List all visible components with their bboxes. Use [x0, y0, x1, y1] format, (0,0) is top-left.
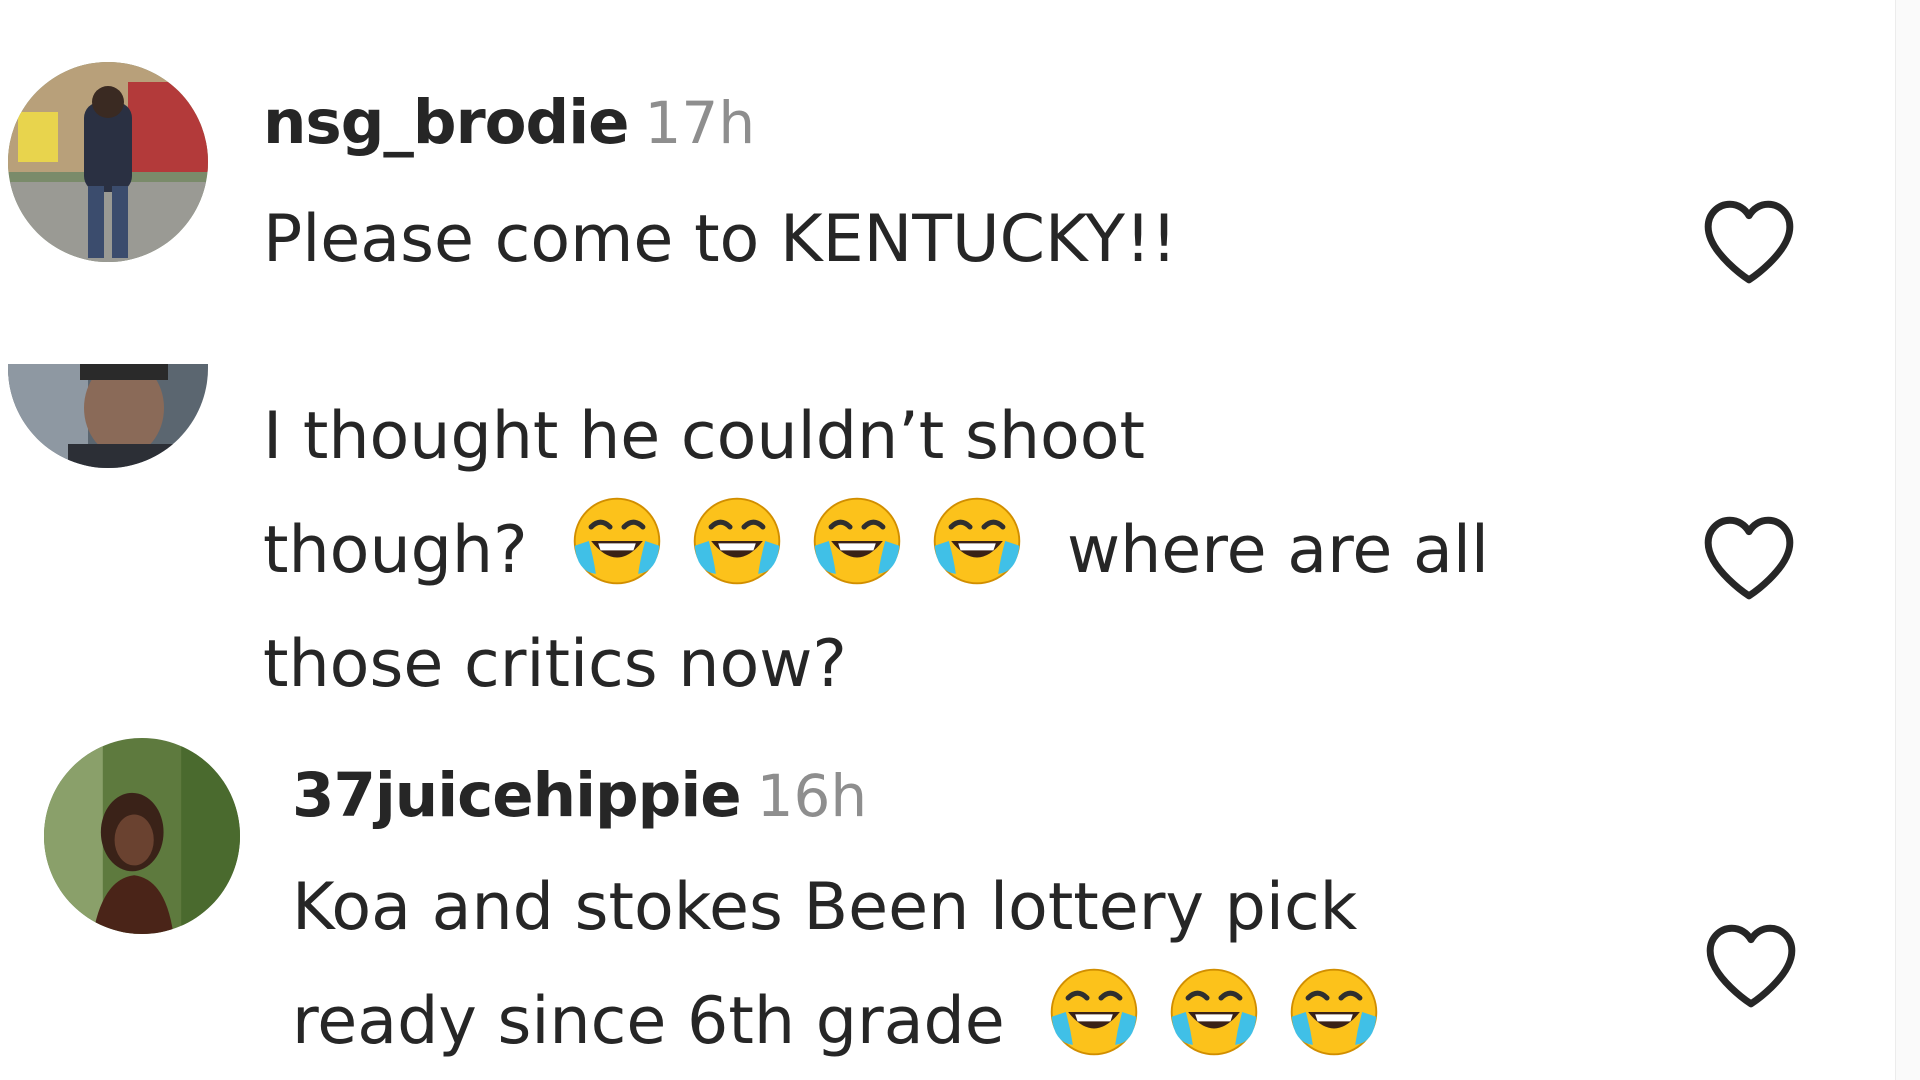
comment-text: I thought he couldn’t shoot though? wher… — [263, 380, 1489, 722]
comment-line-start: though? — [263, 513, 528, 588]
heart-outline-icon — [1704, 200, 1794, 284]
comment-line: those critics now? — [263, 627, 847, 702]
window-edge — [1895, 0, 1920, 1080]
like-button[interactable] — [1702, 920, 1800, 1010]
avatar[interactable] — [44, 738, 240, 934]
user-photo-avatar — [8, 62, 208, 262]
comment-header: 37juicehippie 16h — [292, 765, 867, 826]
comments-screen: nsg_brodie 17h Please come to KENTUCKY!! … — [0, 0, 1920, 1080]
user-photo-avatar — [8, 364, 208, 468]
emoji-group — [1047, 968, 1381, 1059]
avatar[interactable] — [8, 364, 208, 468]
comment-username[interactable]: 37juicehippie — [292, 760, 742, 831]
comment-line: Koa and stokes Been lottery pick — [292, 870, 1358, 945]
avatar[interactable] — [8, 62, 208, 262]
face-with-tears-of-joy-emoji — [1167, 965, 1261, 1059]
face-with-tears-of-joy-emoji — [1047, 965, 1141, 1059]
comment-timestamp[interactable]: 16h — [757, 762, 868, 830]
emoji-group — [570, 497, 1045, 588]
comment-header: nsg_brodie 17h — [263, 92, 755, 153]
comment-line-start: ready since 6th grade — [292, 984, 1005, 1059]
face-with-tears-of-joy-emoji — [930, 494, 1024, 588]
user-photo-avatar — [44, 738, 240, 934]
face-with-tears-of-joy-emoji — [1287, 965, 1381, 1059]
comment-line-end: where are all — [1066, 513, 1489, 588]
heart-outline-icon — [1706, 924, 1796, 1008]
comment-text: Please come to KENTUCKY!! — [263, 183, 1177, 297]
comment-line: Please come to KENTUCKY!! — [263, 202, 1178, 277]
comment-text: Koa and stokes Been lottery pick ready s… — [292, 851, 1381, 1079]
face-with-tears-of-joy-emoji — [810, 494, 904, 588]
like-button[interactable] — [1700, 196, 1798, 286]
comment-line: though? where are all — [263, 494, 1489, 608]
comment-line: ready since 6th grade — [292, 965, 1381, 1079]
face-with-tears-of-joy-emoji — [570, 494, 664, 588]
comment-timestamp[interactable]: 17h — [645, 89, 756, 157]
comment-line: I thought he couldn’t shoot — [263, 399, 1146, 474]
heart-outline-icon — [1704, 516, 1794, 600]
face-with-tears-of-joy-emoji — [690, 494, 784, 588]
like-button[interactable] — [1700, 512, 1798, 602]
comment-username[interactable]: nsg_brodie — [263, 87, 630, 158]
